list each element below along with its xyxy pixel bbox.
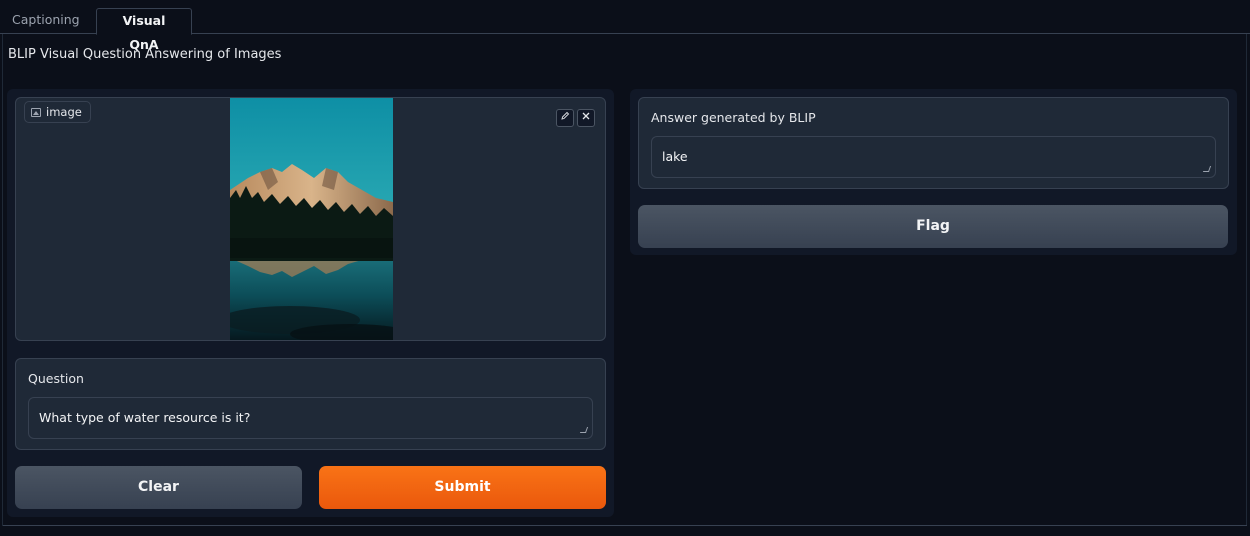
pencil-icon[interactable] [556,109,574,127]
answer-output[interactable]: lake [651,136,1216,178]
app-description: BLIP Visual Question Answering of Images [8,47,282,62]
close-icon[interactable] [577,109,595,127]
pencil-icon-svg [561,111,570,120]
submit-button[interactable]: Submit [319,466,606,509]
image-input-label: image [24,101,91,123]
tab-bar: Captioning Visual QnA [0,8,1250,52]
output-panel: Answer generated by BLIP lake Flag [630,89,1237,255]
clear-button[interactable]: Clear [15,466,302,509]
image-tools [553,106,595,127]
frame-border-left [2,34,3,526]
tab-captioning[interactable]: Captioning [0,8,96,34]
question-label: Question [28,371,84,386]
image-icon [31,108,41,117]
mountain-lake-photo [230,98,393,340]
frame-border-right [1246,34,1247,526]
tab-visual-qna[interactable]: Visual QnA [96,8,192,52]
uploaded-image [230,98,393,340]
frame-border-bottom [3,525,1247,526]
input-panel: image Question What type of water resour… [7,89,614,517]
close-icon-svg [582,112,590,120]
answer-label: Answer generated by BLIP [651,110,816,125]
image-input[interactable]: image [15,97,606,341]
question-block: Question What type of water resource is … [15,358,606,450]
flag-button[interactable]: Flag [638,205,1228,248]
question-input[interactable]: What type of water resource is it? [28,397,593,439]
image-label-text: image [46,105,82,119]
answer-block: Answer generated by BLIP lake [638,97,1229,189]
